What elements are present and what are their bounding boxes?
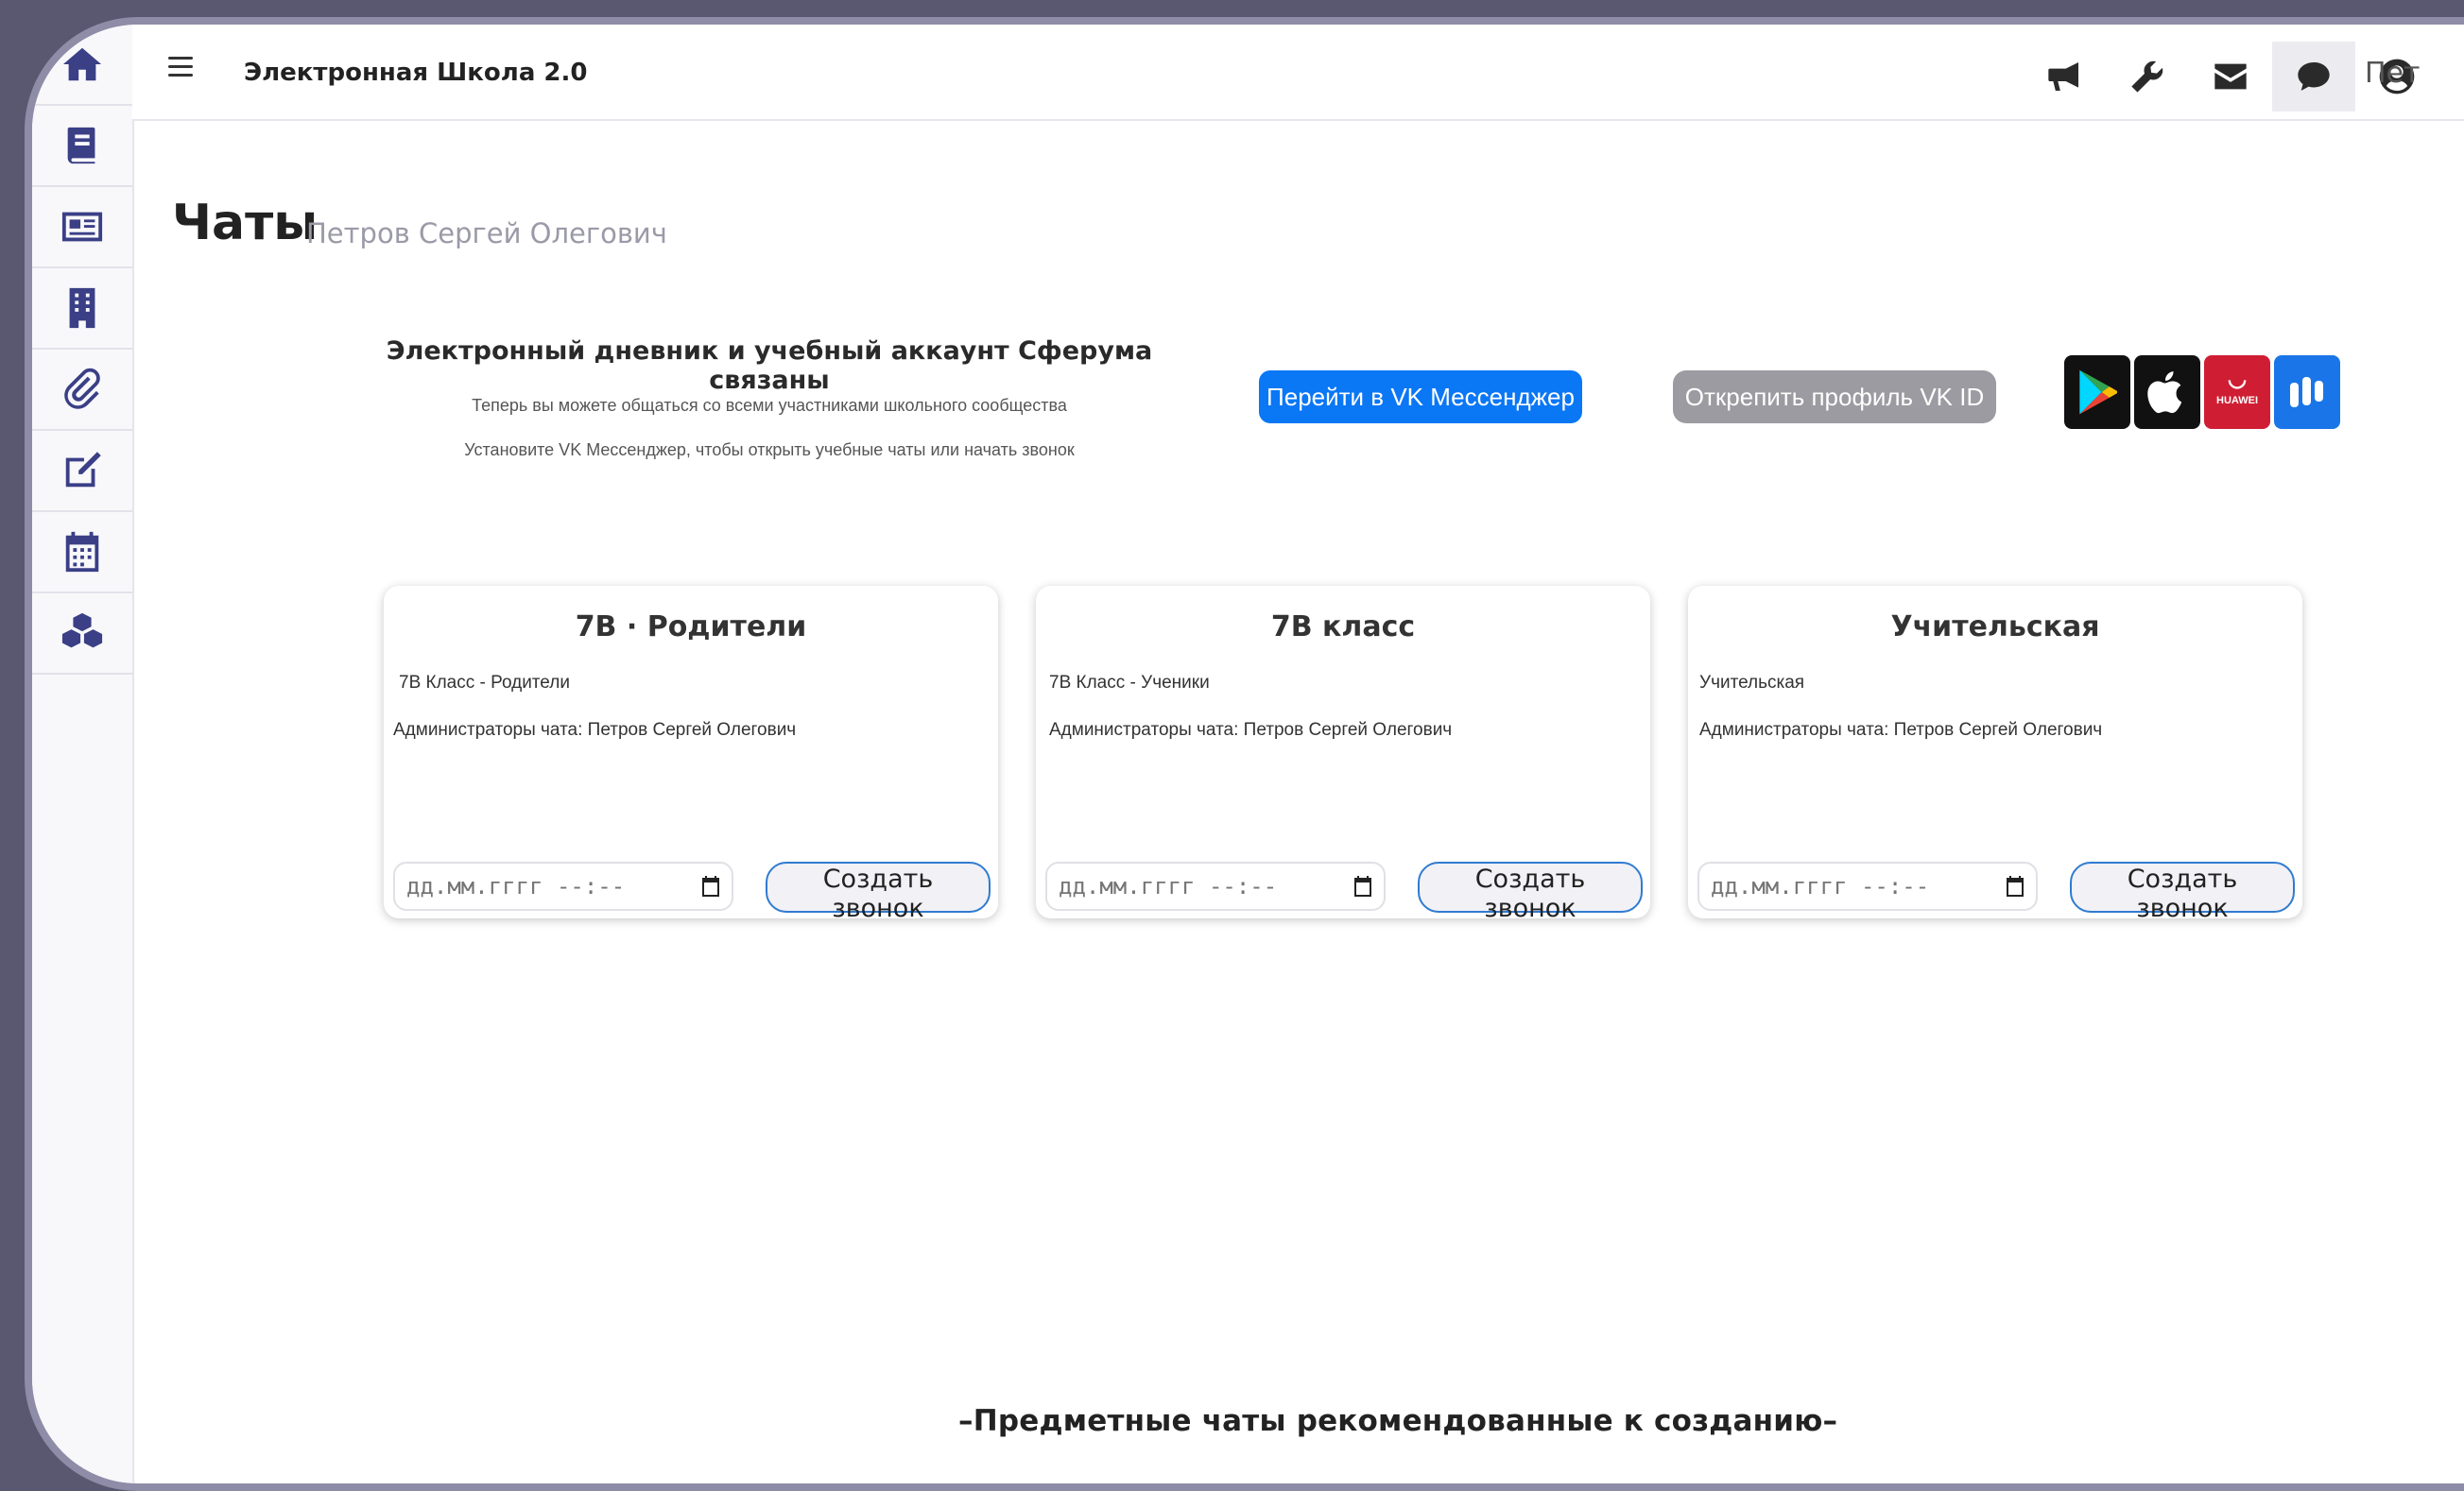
sidebar-item-edit[interactable] xyxy=(32,431,132,512)
envelope-icon xyxy=(2214,63,2247,90)
chat-card-description: 7В Класс - Ученики xyxy=(1049,673,1210,693)
create-call-button[interactable]: Создать звонок xyxy=(766,862,991,923)
sidebar-item-calendar[interactable] xyxy=(32,512,132,593)
chat-card-admins: Администраторы чата: Петров Сергей Олего… xyxy=(1699,720,2103,740)
sidebar-item-news[interactable] xyxy=(32,187,132,268)
banner-line-1: Теперь вы можете общаться со всеми участ… xyxy=(472,396,1067,415)
recommended-chats-heading: –Предметные чаты рекомендованные к созда… xyxy=(958,1404,1838,1438)
call-datetime-input[interactable] xyxy=(1045,862,1386,911)
chat-card-class: 7В класс 7В Класс - Ученики Администрато… xyxy=(1036,586,1650,923)
rustore-button[interactable] xyxy=(2274,355,2340,429)
app-frame: Электронная Школа 2.0 Пет Чаты Петров Се… xyxy=(25,17,2464,1491)
top-bar: Электронная Школа 2.0 xyxy=(132,25,2464,121)
google-play-icon xyxy=(2079,369,2117,415)
chat-card-admins: Администраторы чата: Петров Сергей Олего… xyxy=(1049,720,1453,740)
google-play-button[interactable] xyxy=(2064,355,2130,429)
huawei-label: HUAWEI xyxy=(2216,395,2258,406)
calendar-icon xyxy=(65,531,99,573)
book-icon xyxy=(67,127,95,164)
bullhorn-icon xyxy=(2048,62,2078,91)
sidebar-item-modules[interactable] xyxy=(32,593,132,675)
chat-card-teachers: Учительская Учительская Администраторы ч… xyxy=(1688,586,2302,923)
comment-icon xyxy=(2298,61,2330,91)
calendar-picker-icon[interactable] xyxy=(2004,875,2026,898)
calendar-picker-icon[interactable] xyxy=(699,875,722,898)
cubes-icon xyxy=(61,612,103,648)
chat-card-description: Учительская xyxy=(1699,673,1805,693)
home-icon xyxy=(62,47,102,81)
chat-card-title: 7В класс xyxy=(1270,610,1416,643)
user-name[interactable]: Пет xyxy=(2365,57,2421,90)
chat-card-admins: Администраторы чата: Петров Сергей Олего… xyxy=(393,720,797,740)
menu-toggle-button[interactable] xyxy=(168,57,193,77)
chat-card-parents: 7В · Родители 7В Класс - Родители Админи… xyxy=(384,586,998,923)
open-vk-messenger-button[interactable]: Перейти в VK Мессенджер xyxy=(1259,370,1582,423)
sidebar xyxy=(32,25,134,1483)
newspaper-icon xyxy=(61,212,103,242)
create-call-button[interactable]: Создать звонок xyxy=(2070,862,2295,923)
paperclip-icon xyxy=(64,368,100,409)
call-datetime-input[interactable] xyxy=(1697,862,2038,911)
apple-icon xyxy=(2147,371,2182,414)
sidebar-item-files[interactable] xyxy=(32,350,132,431)
edit-icon xyxy=(65,452,101,488)
huawei-bag-icon xyxy=(2228,380,2247,389)
unlink-vk-id-button[interactable]: Открепить профиль VK ID xyxy=(1673,370,1996,423)
sidebar-item-home[interactable] xyxy=(32,25,132,106)
sidebar-item-school[interactable] xyxy=(32,268,132,350)
rustore-icon xyxy=(2290,377,2323,407)
announcements-button[interactable] xyxy=(2023,42,2106,111)
huawei-appgallery-button[interactable]: HUAWEI xyxy=(2204,355,2270,429)
app-store-button[interactable] xyxy=(2134,355,2200,429)
chat-card-title: 7В · Родители xyxy=(575,610,807,643)
messages-button[interactable] xyxy=(2189,42,2272,111)
chat-card-description: 7В Класс - Родители xyxy=(399,673,570,693)
wrench-icon xyxy=(2131,60,2163,93)
page-subtitle: Петров Сергей Олегович xyxy=(306,217,667,249)
call-datetime-input[interactable] xyxy=(393,862,733,911)
create-call-button[interactable]: Создать звонок xyxy=(1418,862,1643,923)
app-title: Электронная Школа 2.0 xyxy=(244,59,588,87)
banner-line-2: Установите VK Мессенджер, чтобы открыть … xyxy=(464,440,1075,459)
building-icon xyxy=(69,287,95,329)
page-title: Чаты xyxy=(172,195,319,251)
chats-button[interactable] xyxy=(2272,42,2355,111)
sidebar-item-diary[interactable] xyxy=(32,106,132,187)
settings-button[interactable] xyxy=(2106,42,2189,111)
banner-title: Электронный дневник и учебный аккаунт Сф… xyxy=(386,336,1153,395)
calendar-picker-icon[interactable] xyxy=(1352,875,1374,898)
chat-card-title: Учительская xyxy=(1890,610,2100,643)
